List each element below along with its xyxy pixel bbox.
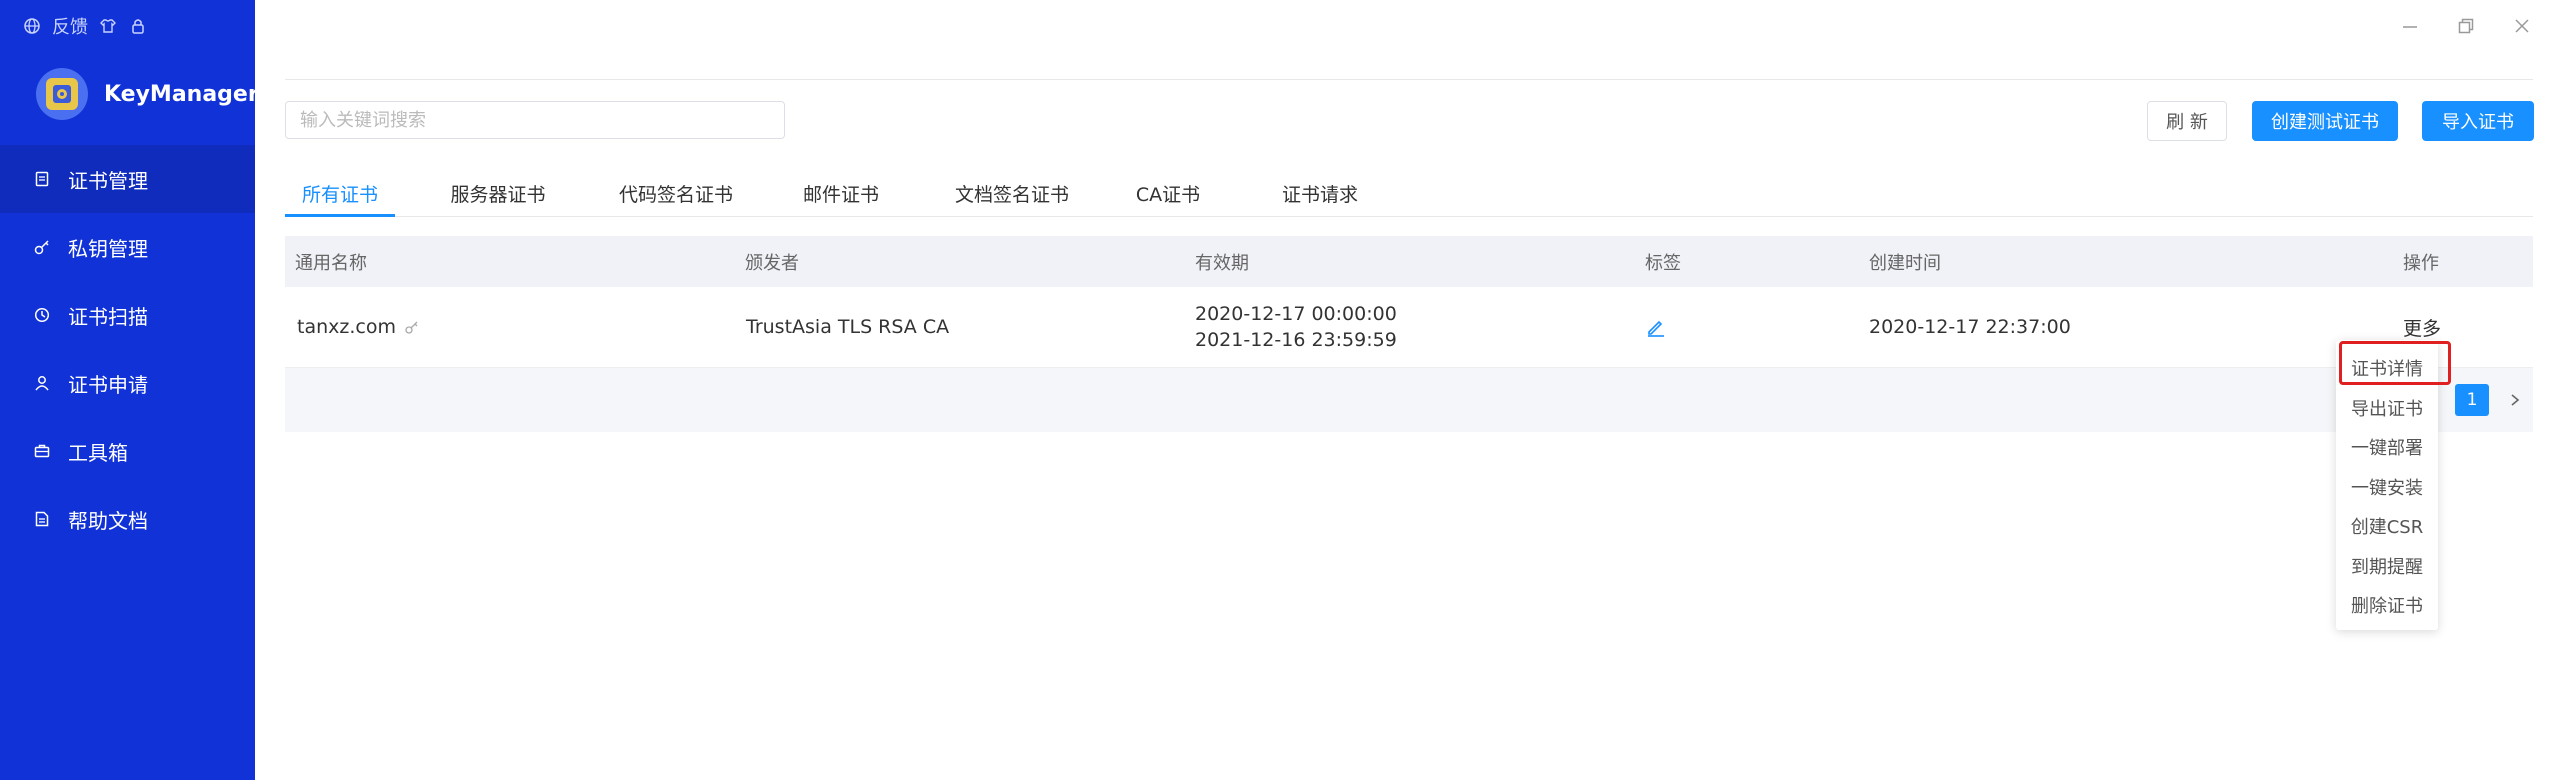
created-cell: 2020-12-17 22:37:00	[1869, 316, 2071, 338]
lock-icon[interactable]	[128, 16, 148, 36]
chevron-right-icon	[2511, 394, 2520, 406]
page-number-button[interactable]: 1	[2455, 384, 2489, 416]
table-row: tanxz.com TrustAsia TLS RSA CA 2020-12-1…	[285, 287, 2533, 368]
sidebar-item-label: 帮助文档	[68, 508, 148, 533]
document-icon	[34, 171, 50, 187]
import-cert-button[interactable]: 导入证书	[2422, 101, 2534, 141]
common-name-cell: tanxz.com	[297, 287, 420, 367]
tab-ca-certs[interactable]: CA证书	[1123, 170, 1213, 216]
tab-code-signing-certs[interactable]: 代码签名证书	[611, 170, 741, 216]
refresh-button[interactable]: 刷 新	[2147, 101, 2227, 141]
edit-tag-icon[interactable]	[1645, 316, 1667, 338]
cert-type-tabs: 所有证书 服务器证书 代码签名证书 邮件证书 文档签名证书 CA证书 证书请求	[285, 170, 2533, 217]
column-header: 创建时间	[1869, 252, 1941, 274]
sidebar-item-label: 证书扫描	[68, 304, 148, 329]
sidebar-top-icons: 反馈	[22, 14, 148, 38]
menu-item-create-csr[interactable]: 创建CSR	[2336, 506, 2438, 546]
sidebar-item-cert-apply[interactable]: 证书申请	[0, 349, 255, 417]
sidebar-item-label: 私钥管理	[68, 236, 148, 261]
toolbox-icon	[34, 443, 50, 459]
common-name[interactable]: tanxz.com	[297, 316, 396, 338]
table-header: 通用名称 颁发者 有效期 标签 创建时间 操作	[285, 236, 2533, 287]
sidebar: 反馈 KeyManager 证书管理 私钥管理 证书扫描 证书申请 工具箱 帮助…	[0, 0, 259, 780]
header-divider	[285, 79, 2533, 80]
valid-to: 2021-12-16 23:59:59	[1195, 329, 1397, 351]
column-header: 有效期	[1195, 252, 1249, 274]
window-controls	[2382, 12, 2550, 40]
tab-email-certs[interactable]: 邮件证书	[791, 170, 891, 216]
minimize-button[interactable]	[2382, 12, 2438, 40]
file-icon	[34, 511, 50, 527]
restore-button[interactable]	[2438, 12, 2494, 40]
menu-item-cert-details[interactable]: 证书详情	[2336, 348, 2438, 388]
menu-item-export-cert[interactable]: 导出证书	[2336, 388, 2438, 428]
close-button[interactable]	[2494, 12, 2550, 40]
more-actions-dropdown: 证书详情 导出证书 一键部署 一键安装 创建CSR 到期提醒 删除证书	[2336, 340, 2438, 630]
minimize-icon	[2403, 26, 2417, 28]
clock-icon	[34, 307, 50, 323]
tab-doc-signing-certs[interactable]: 文档签名证书	[947, 170, 1077, 216]
sidebar-item-private-key[interactable]: 私钥管理	[0, 213, 255, 281]
tab-cert-requests[interactable]: 证书请求	[1273, 170, 1367, 216]
menu-item-delete-cert[interactable]: 删除证书	[2336, 585, 2438, 625]
menu-item-one-click-install[interactable]: 一键安装	[2336, 467, 2438, 507]
close-icon	[2515, 19, 2529, 33]
validity-cell: 2020-12-17 00:00:00 2021-12-16 23:59:59	[1195, 287, 1397, 367]
column-header: 颁发者	[745, 252, 799, 274]
key-icon	[34, 239, 50, 255]
user-icon	[34, 375, 50, 391]
shirt-icon[interactable]	[98, 16, 118, 36]
pagination-bar	[285, 368, 2533, 432]
keymanager-logo-icon	[36, 68, 88, 120]
sidebar-item-help-docs[interactable]: 帮助文档	[0, 485, 255, 553]
globe-icon[interactable]	[22, 16, 42, 36]
sidebar-item-cert-scan[interactable]: 证书扫描	[0, 281, 255, 349]
menu-item-expiry-reminder[interactable]: 到期提醒	[2336, 546, 2438, 586]
search-input[interactable]	[285, 101, 785, 139]
column-header: 标签	[1645, 252, 1681, 274]
sidebar-item-label: 工具箱	[68, 440, 128, 465]
feedback-link[interactable]: 反馈	[52, 13, 88, 39]
menu-item-one-click-deploy[interactable]: 一键部署	[2336, 427, 2438, 467]
issuer-cell: TrustAsia TLS RSA CA	[746, 316, 950, 338]
sidebar-item-toolbox[interactable]: 工具箱	[0, 417, 255, 485]
sidebar-item-label: 证书管理	[68, 168, 148, 193]
valid-from: 2020-12-17 00:00:00	[1195, 303, 1397, 325]
tab-server-certs[interactable]: 服务器证书	[443, 170, 553, 216]
key-icon	[404, 319, 420, 335]
restore-icon	[2458, 18, 2474, 34]
brand-name: KeyManager	[104, 81, 259, 107]
sidebar-item-cert-management[interactable]: 证书管理	[0, 145, 255, 213]
sidebar-menu: 证书管理 私钥管理 证书扫描 证书申请 工具箱 帮助文档	[0, 145, 255, 553]
brand: KeyManager	[36, 68, 259, 120]
tag-cell	[1645, 287, 1667, 367]
column-header: 通用名称	[295, 252, 367, 274]
sidebar-item-label: 证书申请	[68, 372, 148, 397]
next-page-button[interactable]	[2500, 384, 2530, 416]
column-header: 操作	[2403, 252, 2439, 274]
tab-all-certs[interactable]: 所有证书	[285, 170, 395, 217]
create-test-cert-button[interactable]: 创建测试证书	[2252, 101, 2398, 141]
